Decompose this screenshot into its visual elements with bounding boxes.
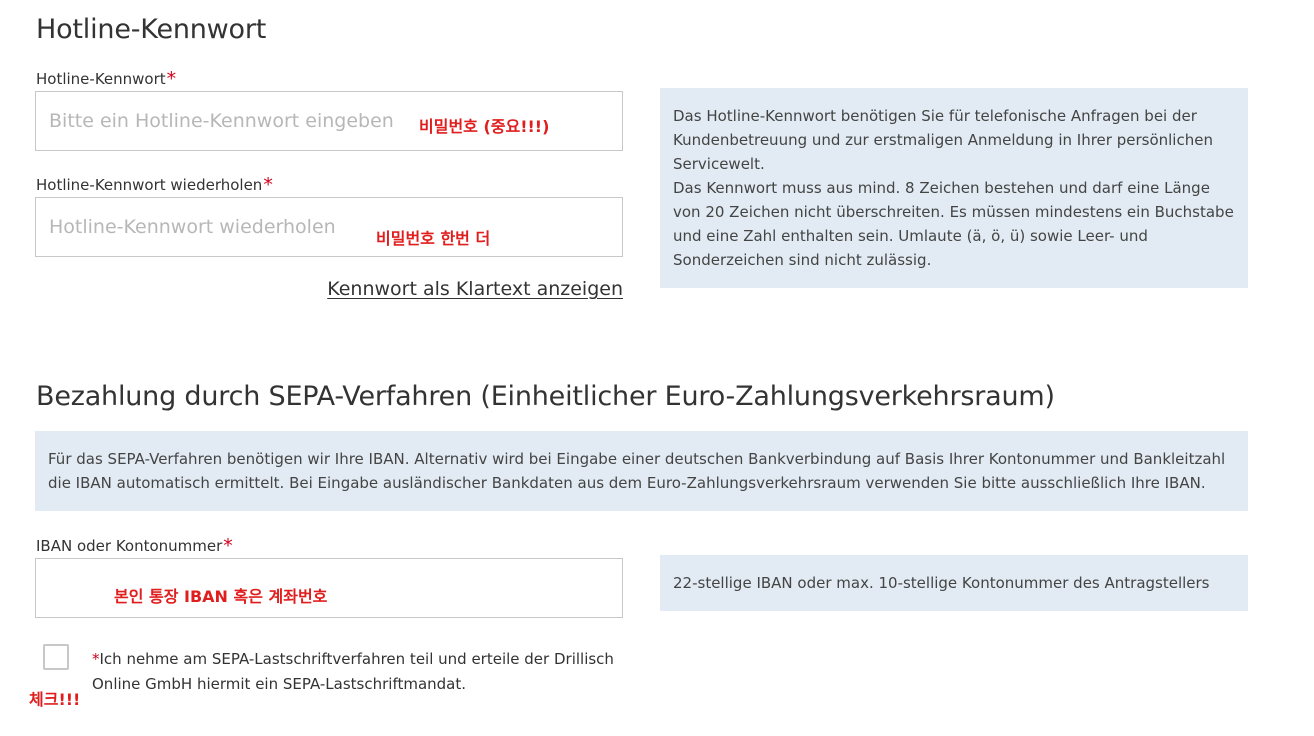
- iban-label-text: IBAN oder Kontonummer: [36, 537, 223, 555]
- hotline-repeat-label-text: Hotline-Kennwort wiederholen: [36, 176, 263, 194]
- iban-hint-text: 22-stellige IBAN oder max. 10-stellige K…: [673, 574, 1210, 592]
- required-marker: *: [92, 650, 100, 668]
- iban-hint-box: 22-stellige IBAN oder max. 10-stellige K…: [660, 555, 1248, 611]
- hotline-info-line2: Das Kennwort muss aus mind. 8 Zeichen be…: [673, 179, 1234, 269]
- iban-label: IBAN oder Kontonummer*: [36, 535, 233, 557]
- sepa-mandate-text: Ich nehme am SEPA-Lastschriftverfahren t…: [92, 650, 614, 693]
- sepa-heading: Bezahlung durch SEPA-Verfahren (Einheitl…: [36, 381, 1055, 412]
- show-plaintext-link[interactable]: Kennwort als Klartext anzeigen: [327, 278, 623, 300]
- hotline-heading: Hotline-Kennwort: [36, 14, 267, 45]
- hotline-password-label-text: Hotline-Kennwort: [36, 70, 166, 88]
- required-marker: *: [263, 174, 273, 196]
- hotline-password-label: Hotline-Kennwort*: [36, 68, 177, 90]
- hotline-info-box: Das Hotline-Kennwort benötigen Sie für t…: [660, 88, 1248, 288]
- iban-annotation: 본인 통장 IBAN 혹은 계좌번호: [114, 587, 328, 606]
- sepa-info-box: Für das SEPA-Verfahren benötigen wir Ihr…: [35, 431, 1248, 511]
- sepa-mandate-label: *Ich nehme am SEPA-Lastschriftverfahren …: [92, 647, 632, 697]
- hotline-repeat-label: Hotline-Kennwort wiederholen*: [36, 174, 273, 196]
- password-annotation: 비밀번호 (중요!!!): [419, 117, 550, 136]
- checkbox-annotation: 체크!!!: [29, 690, 81, 709]
- required-marker: *: [223, 535, 233, 557]
- repeat-annotation: 비밀번호 한번 더: [376, 229, 491, 248]
- sepa-info-text: Für das SEPA-Verfahren benötigen wir Ihr…: [48, 450, 1226, 492]
- hotline-info-line1: Das Hotline-Kennwort benötigen Sie für t…: [673, 107, 1213, 173]
- required-marker: *: [166, 68, 177, 90]
- sepa-mandate-checkbox[interactable]: [43, 644, 69, 670]
- hotline-repeat-input[interactable]: [35, 197, 623, 257]
